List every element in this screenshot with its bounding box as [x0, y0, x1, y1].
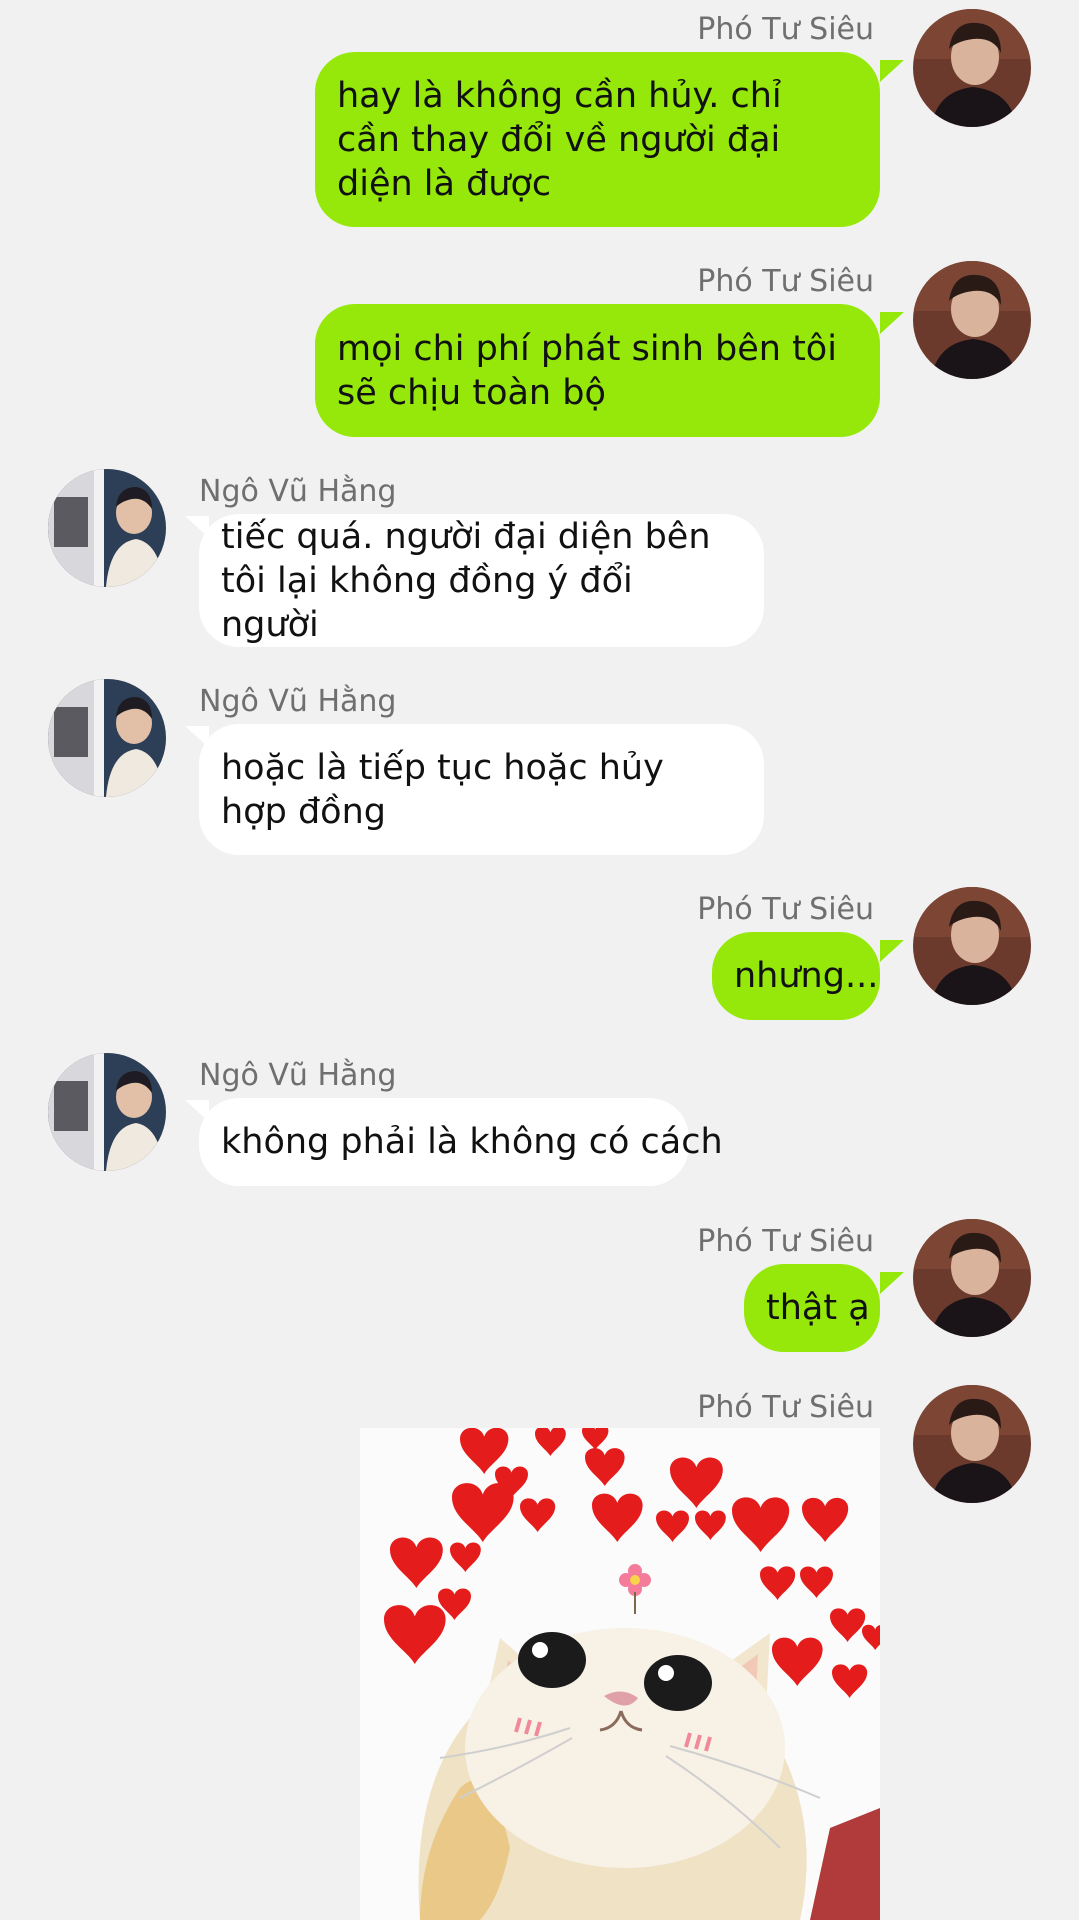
bubble-tail	[880, 940, 904, 962]
sender-name: Phó Tư Siêu	[697, 12, 874, 47]
sender-name: Ngô Vũ Hằng	[199, 474, 397, 509]
message-bubble[interactable]: hoặc là tiếp tục hoặc hủy hợp đồng	[199, 724, 764, 855]
message-bubble[interactable]: tiếc quá. người đại diện bên tôi lại khô…	[199, 514, 764, 647]
cat-with-hearts-sticker[interactable]	[360, 1428, 880, 1920]
sender-name: Ngô Vũ Hằng	[199, 684, 397, 719]
message-text: thật ạ	[766, 1288, 870, 1328]
message-bubble[interactable]: không phải là không có cách	[199, 1098, 723, 1186]
bubble-tail	[185, 516, 209, 538]
message-text: hoặc là tiếp tục hoặc hủy hợp đồng	[221, 747, 664, 832]
sender-name: Phó Tư Siêu	[697, 264, 874, 299]
avatar[interactable]	[913, 1385, 1031, 1503]
avatar[interactable]	[913, 9, 1031, 127]
message-text: nhưng...	[734, 956, 879, 996]
message-bubble[interactable]: nhưng...	[712, 932, 880, 1020]
message-text: hay là không cần hủy. chỉ cần thay đổi v…	[337, 75, 782, 204]
avatar[interactable]	[48, 1053, 166, 1171]
sender-name: Ngô Vũ Hằng	[199, 1058, 397, 1093]
sender-name: Phó Tư Siêu	[697, 1224, 874, 1259]
chat-screen: { "participants": { "me": "Phó Tư Siêu",…	[0, 0, 1079, 1920]
message-text: tiếc quá. người đại diện bên tôi lại khô…	[221, 516, 711, 645]
sender-name: Phó Tư Siêu	[697, 1390, 874, 1425]
message-text: không phải là không có cách	[221, 1122, 723, 1162]
avatar[interactable]	[48, 679, 166, 797]
message-bubble[interactable]: hay là không cần hủy. chỉ cần thay đổi v…	[315, 52, 880, 227]
message-bubble[interactable]: mọi chi phí phát sinh bên tôi sẽ chịu to…	[315, 304, 880, 437]
message-text: mọi chi phí phát sinh bên tôi sẽ chịu to…	[337, 328, 837, 413]
bubble-tail	[880, 1272, 904, 1294]
message-bubble[interactable]: thật ạ	[744, 1264, 880, 1352]
bubble-tail	[185, 726, 209, 748]
avatar[interactable]	[913, 261, 1031, 379]
bubble-tail	[880, 312, 904, 334]
bubble-tail	[185, 1100, 209, 1122]
sender-name: Phó Tư Siêu	[697, 892, 874, 927]
avatar[interactable]	[48, 469, 166, 587]
avatar[interactable]	[913, 887, 1031, 1005]
avatar[interactable]	[913, 1219, 1031, 1337]
bubble-tail	[880, 60, 904, 82]
